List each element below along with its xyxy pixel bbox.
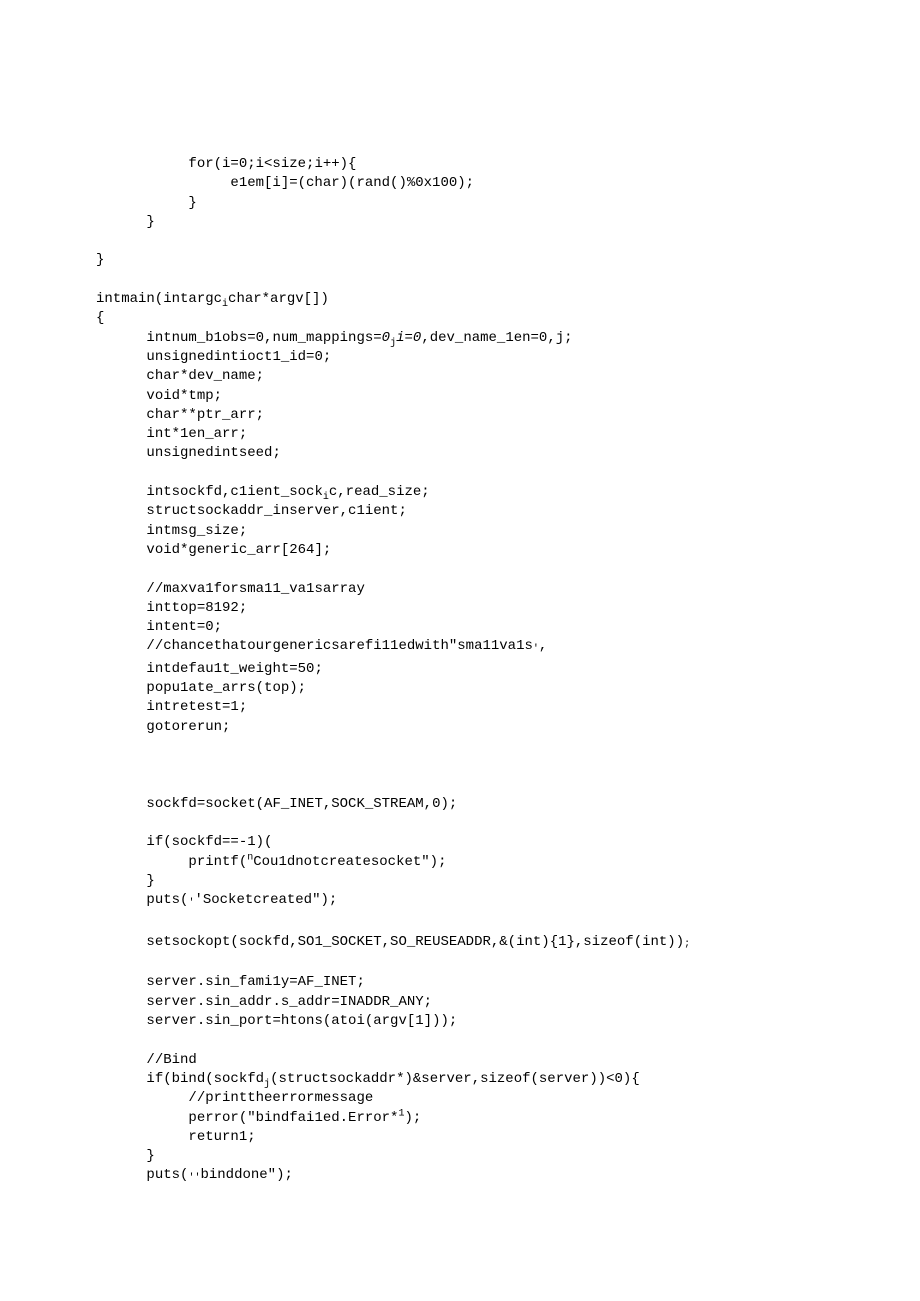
- code-line: inttop=8192;: [96, 599, 860, 618]
- code-line: server.sin_fami1y=AF_INET;: [96, 973, 860, 992]
- code-line: [96, 271, 860, 290]
- code-line: printf(nCou1dnotcreatesocket");: [96, 853, 860, 872]
- code-line: intent=0;: [96, 618, 860, 637]
- code-line: gotorerun;: [96, 718, 860, 737]
- code-line: server.sin_addr.s_addr=INADDR_ANY;: [96, 993, 860, 1012]
- code-line: sockfd=socket(AF_INET,SOCK_STREAM,0);: [96, 795, 860, 814]
- code-line: [96, 737, 860, 756]
- code-line: //maxva1forsma11_va1sarray: [96, 580, 860, 599]
- code-line: void*tmp;: [96, 387, 860, 406]
- code-line: structsockaddr_inserver,c1ient;: [96, 502, 860, 521]
- code-line: intmain(intargcichar*argv[]): [96, 290, 860, 309]
- code-line: }: [96, 194, 860, 213]
- code-line: perror("bindfai1ed.Error*1);: [96, 1109, 860, 1128]
- code-line: return1;: [96, 1128, 860, 1147]
- code-line: char**ptr_arr;: [96, 406, 860, 425]
- code-line: [96, 560, 860, 579]
- code-line: intmsg_size;: [96, 522, 860, 541]
- code-line: }: [96, 213, 860, 232]
- code-line: [96, 914, 860, 933]
- code-line: if(sockfd==-1)(: [96, 833, 860, 852]
- code-line: [96, 954, 860, 973]
- code-line: unsignedintioct1_id=0;: [96, 348, 860, 367]
- code-line: }: [96, 1147, 860, 1166]
- code-block: for(i=0;i<size;i++){ e1em[i]=(char)(rand…: [0, 0, 920, 1189]
- code-line: //printtheerrormessage: [96, 1089, 860, 1108]
- code-line: server.sin_port=htons(atoi(argv[1]));: [96, 1012, 860, 1031]
- code-line: [96, 1031, 860, 1050]
- code-line: intdefau1t_weight=50;: [96, 660, 860, 679]
- code-line: puts(''binddone");: [96, 1166, 860, 1188]
- code-line: intsockfd,c1ient_sockic,read_size;: [96, 483, 860, 502]
- code-line: puts(''Socketcreated");: [96, 891, 860, 913]
- code-line: }: [96, 872, 860, 891]
- code-line: }: [96, 251, 860, 270]
- code-line: //Bind: [96, 1051, 860, 1070]
- code-line: e1em[i]=(char)(rand()%0x100);: [96, 174, 860, 193]
- code-line: [96, 232, 860, 251]
- code-line: [96, 464, 860, 483]
- code-line: for(i=0;i<size;i++){: [96, 155, 860, 174]
- code-line: intretest=1;: [96, 698, 860, 717]
- code-line: if(bind(sockfdj(structsockaddr*)&server,…: [96, 1070, 860, 1089]
- code-line: popu1ate_arrs(top);: [96, 679, 860, 698]
- code-line: void*generic_arr[264];: [96, 541, 860, 560]
- code-line: [96, 756, 860, 775]
- code-line: {: [96, 309, 860, 328]
- code-line: [96, 776, 860, 795]
- code-line: char*dev_name;: [96, 367, 860, 386]
- code-line: setsockopt(sockfd,SO1_SOCKET,SO_REUSEADD…: [96, 933, 860, 954]
- code-line: [96, 814, 860, 833]
- code-line: intnum_b1obs=0,num_mappings=0ji=0,dev_na…: [96, 329, 860, 348]
- code-line: //chancethatourgenericsarefi11edwith"sma…: [96, 637, 860, 659]
- code-line: int*1en_arr;: [96, 425, 860, 444]
- code-line: unsignedintseed;: [96, 444, 860, 463]
